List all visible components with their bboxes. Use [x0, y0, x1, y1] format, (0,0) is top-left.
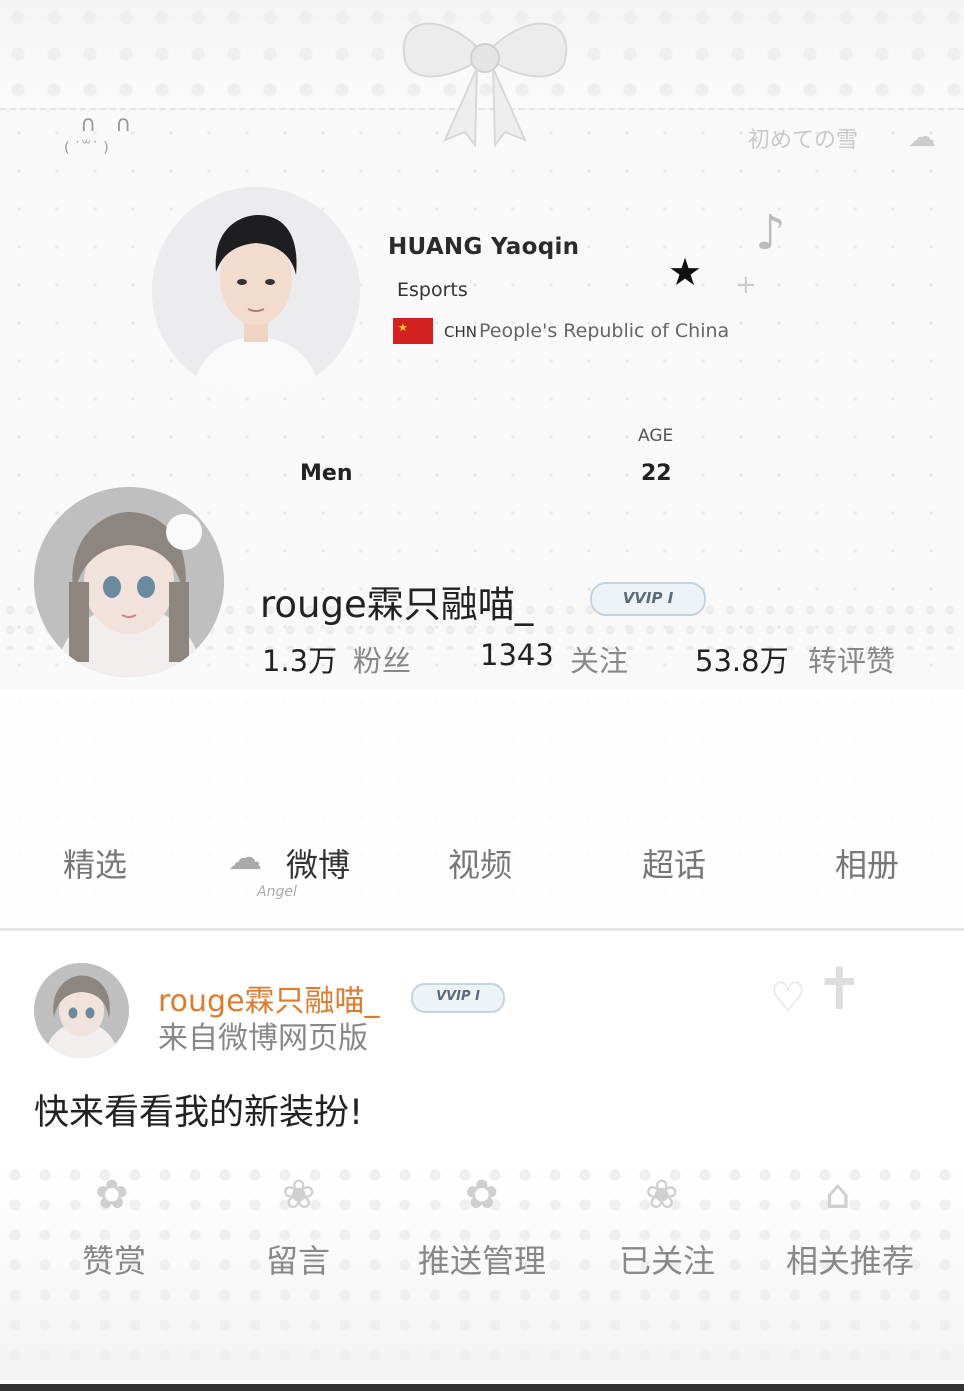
followers-label[interactable]: 粉丝: [353, 638, 411, 680]
divider: [0, 928, 964, 931]
age-value: 22: [641, 461, 672, 486]
comment-button[interactable]: 留言: [266, 1236, 330, 1282]
reward-icon: ✿: [95, 1172, 129, 1218]
bottom-edge: [0, 1384, 964, 1391]
bunny-face-icon: ( ˙꒳˙ ): [64, 140, 109, 156]
athlete-sport: Esports: [397, 279, 468, 301]
tab-bar-background: [0, 690, 964, 930]
bow-decoration-icon: [402, 22, 568, 148]
username[interactable]: rouge霖只融喵_: [260, 574, 533, 628]
heart-icon: ♡: [770, 975, 806, 1021]
post-text: 快来看看我的新装扮!: [34, 1093, 364, 1133]
bunny-ears-icon: ∩ ∩: [80, 112, 138, 137]
tab-super-topic[interactable]: 超话: [642, 840, 706, 886]
tab-active-decoration: Angel: [257, 884, 297, 900]
interactions-label[interactable]: 转评赞: [808, 638, 895, 680]
vip-badge[interactable]: VVIP I: [590, 582, 706, 616]
post-avatar[interactable]: [34, 963, 129, 1058]
bunny-tab-icon: ☁: [228, 838, 262, 878]
following-label[interactable]: 关注: [570, 638, 628, 680]
cross-wing-icon: ✝: [815, 955, 864, 1023]
avatar[interactable]: [34, 487, 224, 677]
gender-value: Men: [300, 461, 353, 486]
season-text: 初めての雪: [748, 128, 859, 153]
cloud-icon: ☁: [908, 120, 936, 153]
post-vip-badge[interactable]: VVIP I: [411, 983, 505, 1013]
followers-count[interactable]: 1.3万: [262, 638, 337, 680]
tab-video[interactable]: 视频: [448, 840, 512, 886]
sparkle-plus-icon: +: [735, 270, 757, 300]
reward-button[interactable]: 赞赏: [82, 1236, 146, 1282]
country-name: People's Republic of China: [479, 320, 730, 342]
star-icon: ★: [668, 250, 703, 294]
tab-weibo[interactable]: 微博: [286, 840, 350, 886]
china-flag-icon: ★: [393, 318, 433, 344]
tab-featured[interactable]: 精选: [63, 840, 127, 886]
following-count[interactable]: 1343: [480, 638, 554, 672]
window-icon: ⌂: [825, 1172, 851, 1218]
music-note-icon: ♪: [755, 205, 786, 261]
interactions-count[interactable]: 53.8万: [695, 638, 789, 680]
athlete-name: HUANG Yaoqin: [388, 234, 580, 260]
followed-button[interactable]: 已关注: [619, 1236, 715, 1282]
followed-icon: ❀: [645, 1172, 679, 1218]
age-label: AGE: [638, 426, 674, 446]
athlete-photo: [152, 187, 360, 395]
comment-icon: ❀: [282, 1172, 316, 1218]
related-button[interactable]: 相关推荐: [786, 1236, 914, 1282]
push-manage-button[interactable]: 推送管理: [418, 1236, 546, 1282]
noc-code: CHN: [444, 323, 477, 341]
post-source: 来自微博网页版: [158, 1021, 368, 1056]
push-icon: ✿: [465, 1172, 499, 1218]
tab-album[interactable]: 相册: [835, 840, 899, 886]
